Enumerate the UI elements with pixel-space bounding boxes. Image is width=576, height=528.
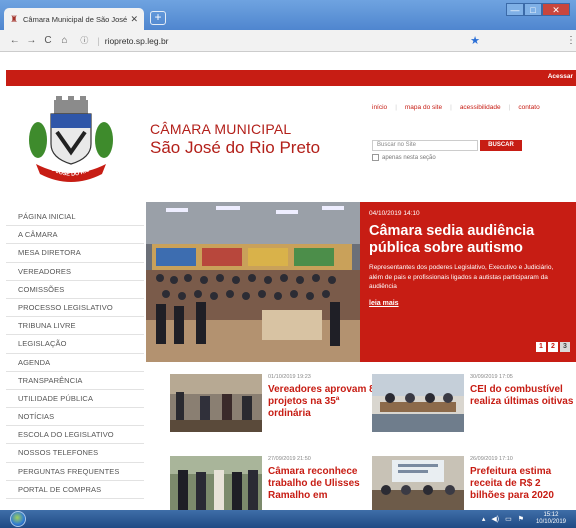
window-controls: — □ ✕ (506, 3, 570, 16)
brand-line-1: CÂMARA MUNICIPAL (150, 121, 292, 137)
browser-tab[interactable]: ♜ Câmara Municipal de São José d ✕ (4, 8, 144, 30)
volume-icon[interactable]: ◀) (491, 515, 499, 523)
tab-title: Câmara Municipal de São José d (23, 14, 128, 24)
menu-item-portal-compras[interactable]: PORTAL DE COMPRAS (6, 481, 144, 499)
link-divider: | (450, 104, 452, 111)
minimize-button[interactable]: — (506, 3, 524, 16)
menu-item-perguntas-frequentes[interactable]: PERGUNTAS FREQUENTES (6, 463, 144, 481)
search-scope-checkbox[interactable]: apenas nesta seção (372, 154, 436, 161)
news-date: 27/09/2019 21:50 (268, 456, 311, 462)
pager-page-1[interactable]: 1 (536, 342, 546, 352)
news-title[interactable]: Vereadores aprovam 8 projetos na 35ª ord… (268, 384, 376, 420)
hero-news-panel: 04/10/2019 14:10 Câmara sedia audiência … (360, 202, 576, 362)
menu-item-processo-legislativo[interactable]: PROCESSO LEGISLATIVO (6, 299, 144, 318)
hero-description: Representantes dos poderes Legislativo, … (369, 264, 554, 290)
menu-item-a-camara[interactable]: A CÂMARA (6, 226, 144, 245)
clock-time: 15:12 (543, 512, 559, 518)
news-item[interactable]: 01/10/2019 19:23 Vereadores aprovam 8 pr… (170, 374, 375, 444)
news-thumbnail[interactable] (170, 456, 262, 514)
back-icon[interactable]: ← (8, 35, 22, 46)
news-date: 01/10/2019 19:23 (268, 374, 311, 380)
checkbox-label: apenas nesta seção (382, 154, 436, 161)
news-item[interactable]: 30/09/2019 17:05 CEI do combustível real… (372, 374, 573, 444)
new-tab-button[interactable]: + (150, 11, 166, 25)
screen: ♜ Câmara Municipal de São José d ✕ + — □… (0, 0, 576, 528)
top-red-bar: Acessar (6, 70, 576, 86)
news-title[interactable]: CEI do combustível realiza últimas oitiv… (470, 384, 576, 408)
news-title[interactable]: Câmara reconhece trabalho de Ulisses Ram… (268, 466, 376, 502)
bookmark-star-icon[interactable]: ★ (470, 34, 480, 47)
login-link[interactable]: Acessar (548, 73, 573, 80)
news-thumbnail[interactable] (170, 374, 262, 432)
search-input[interactable]: Buscar no Site (372, 140, 478, 151)
flag-icon[interactable]: ⚑ (518, 515, 524, 523)
url-separator: | (97, 35, 100, 46)
search-button[interactable]: BUSCAR (480, 140, 522, 151)
city-seal-logo[interactable]: SÃO JOSÉ DO RIO PRETO (24, 92, 118, 188)
hero-title[interactable]: Câmara sedia audiência pública sobre aut… (369, 223, 568, 257)
menu-item-pagina-inicial[interactable]: PÁGINA INICIAL (6, 208, 144, 227)
news-thumbnail[interactable] (372, 374, 464, 432)
menu-item-utilidade-publica[interactable]: UTILIDADE PÚBLICA (6, 390, 144, 409)
site-header: SÃO JOSÉ DO RIO PRETO CÂMARA MUNICIPAL S… (6, 86, 576, 200)
clock-date: 10/10/2019 (535, 519, 566, 525)
hero-pager: 1 2 3 (534, 342, 570, 352)
menu-item-mesa-diretora[interactable]: MESA DIRETORA (6, 244, 144, 263)
menu-item-transparencia[interactable]: TRANSPARÊNCIA (6, 372, 144, 390)
network-icon[interactable]: ▭ (505, 515, 512, 523)
menu-item-comissoes[interactable]: COMISSÕES (6, 281, 144, 299)
browser-tab-bar: ♜ Câmara Municipal de São José d ✕ + — □… (0, 0, 576, 30)
news-date: 30/09/2019 17:05 (470, 374, 513, 380)
tray-arrow-icon[interactable]: ▴ (482, 515, 486, 523)
url-field[interactable]: ⓘ | riopreto.sp.leg.br ★ (80, 33, 488, 49)
top-link-acessibilidade[interactable]: acessibilidade (460, 104, 501, 111)
menu-item-agenda[interactable]: AGENDA (6, 354, 144, 372)
link-divider: | (508, 104, 511, 111)
menu-item-nossos-telefones[interactable]: NOSSOS TELEFONES (6, 444, 144, 463)
info-icon[interactable]: ⓘ (80, 35, 92, 46)
top-link-contato[interactable]: contato (518, 104, 539, 111)
hero-date: 04/10/2019 14:10 (369, 210, 420, 217)
clock[interactable]: 15:12 10/10/2019 (536, 512, 566, 526)
address-bar: ← → C ⌂ ⓘ | riopreto.sp.leg.br ★ ⋮ (0, 30, 576, 52)
menu-item-noticias[interactable]: NOTÍCIAS (6, 408, 144, 427)
os-taskbar: ▴ ◀) ▭ ⚑ 15:12 10/10/2019 (0, 510, 576, 528)
brand-line-2: São José do Rio Preto (150, 138, 321, 157)
menu-item-vereadores[interactable]: VEREADORES (6, 263, 144, 281)
news-date: 26/09/2019 17:10 (470, 456, 513, 462)
home-icon[interactable]: ⌂ (58, 35, 72, 46)
system-tray: ▴ ◀) ▭ ⚑ 15:12 10/10/2019 (482, 512, 566, 526)
url-text[interactable]: riopreto.sp.leg.br (105, 36, 470, 46)
menu-item-legislacao[interactable]: LEGISLAÇÃO (6, 335, 144, 354)
link-divider: | (395, 104, 397, 111)
start-button[interactable] (10, 511, 26, 527)
top-link-mapa[interactable]: mapa do site (405, 104, 442, 111)
news-title[interactable]: Prefeitura estima receita de R$ 2 bilhõe… (470, 466, 576, 502)
forward-icon[interactable]: → (25, 35, 39, 46)
pager-page-2[interactable]: 2 (548, 342, 558, 352)
top-link-inicio[interactable]: início (372, 104, 387, 111)
menu-item-escola-legislativo[interactable]: ESCOLA DO LEGISLATIVO (6, 426, 144, 445)
top-links: início | mapa do site | acessibilidade |… (372, 104, 548, 111)
tab-close-icon[interactable]: ✕ (130, 14, 138, 25)
hero-read-more-link[interactable]: leia mais (369, 300, 568, 307)
menu-item-tribuna-livre[interactable]: TRIBUNA LIVRE (6, 317, 144, 336)
favicon-icon: ♜ (10, 13, 19, 24)
reload-icon[interactable]: C (41, 35, 55, 46)
pager-page-3[interactable]: 3 (560, 342, 570, 352)
maximize-button[interactable]: □ (524, 3, 542, 16)
news-thumbnail[interactable] (372, 456, 464, 514)
menu-kebab-icon[interactable]: ⋮ (566, 35, 576, 46)
checkbox-box[interactable] (372, 154, 379, 161)
sidebar-menu: PÁGINA INICIAL A CÂMARA MESA DIRETORA VE… (6, 208, 144, 499)
close-window-button[interactable]: ✕ (542, 3, 570, 16)
hero-photo[interactable] (146, 202, 360, 362)
